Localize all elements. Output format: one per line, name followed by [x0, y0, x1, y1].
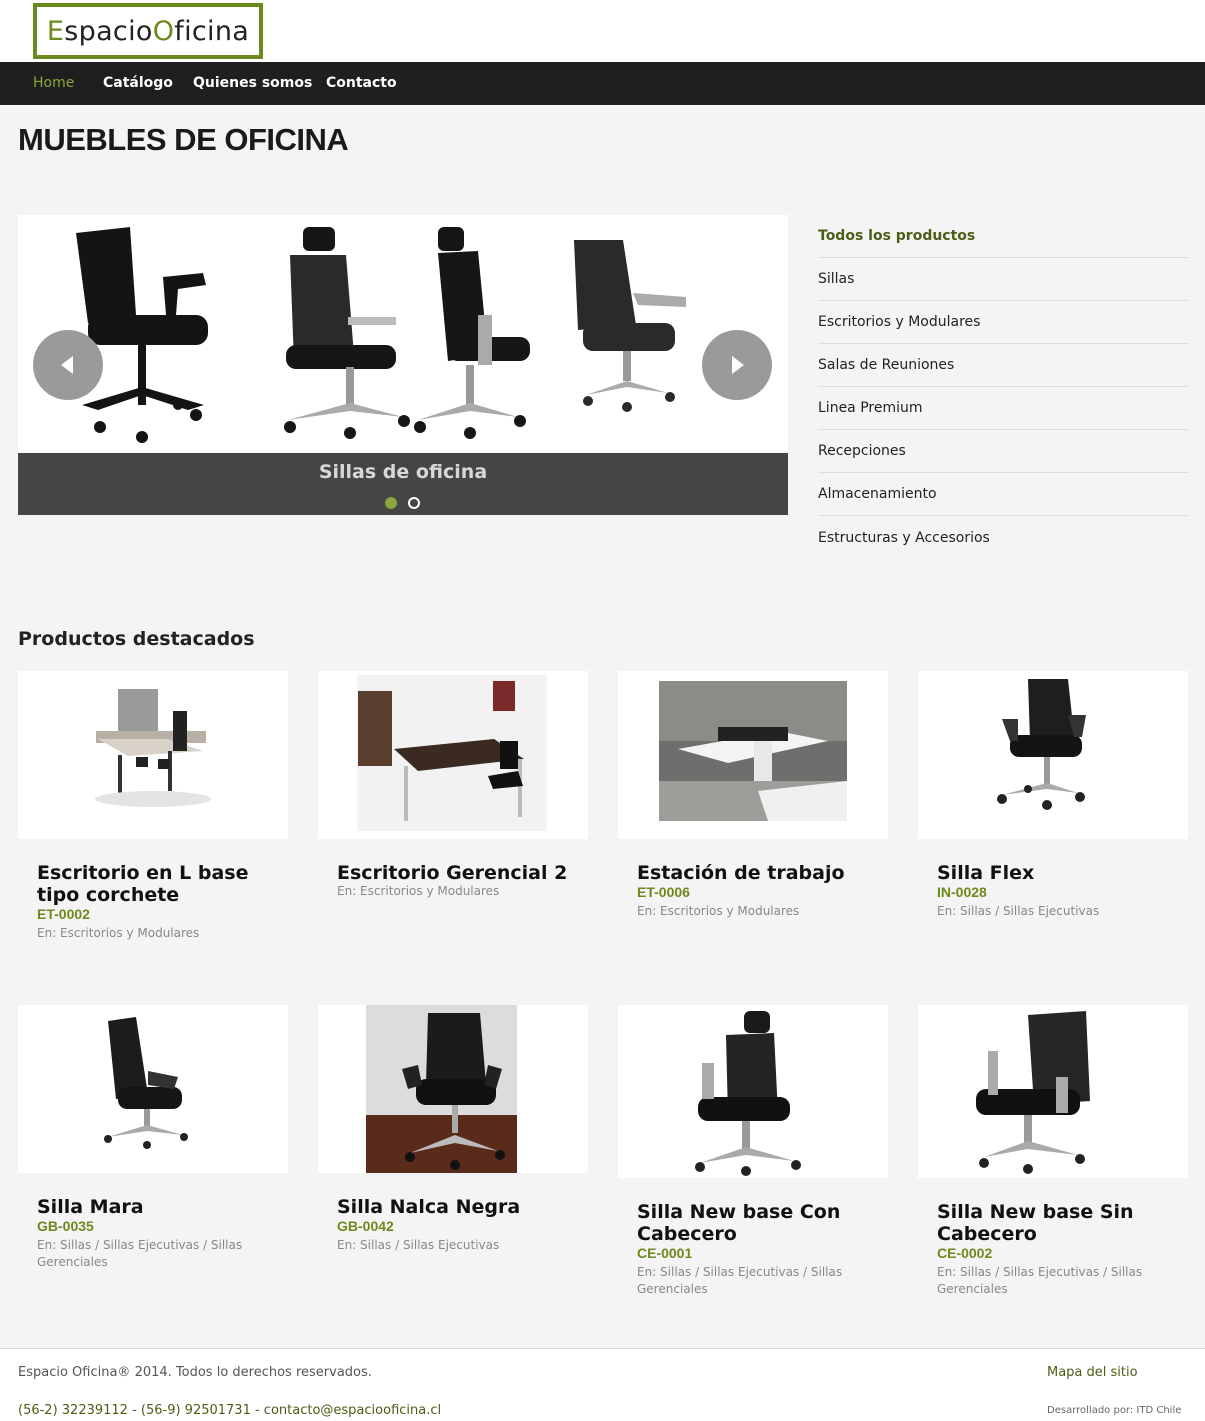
product-category: En: Escritorios y Modulares — [37, 926, 200, 940]
category-sillas[interactable]: Sillas — [818, 258, 1188, 301]
product-title[interactable]: Silla Mara — [37, 1196, 287, 1218]
product-title[interactable]: Estación de trabajo — [637, 862, 887, 884]
category-linea-premium[interactable]: Linea Premium — [818, 387, 1188, 430]
footer-copyright: Espacio Oficina® 2014. Todos lo derechos… — [18, 1365, 372, 1380]
header: EspacioOficina — [0, 0, 1205, 62]
product-category: En: Escritorios y Modulares — [337, 884, 500, 898]
category-escritorios[interactable]: Escritorios y Modulares — [818, 301, 1188, 344]
image-slider: Sillas de oficina — [18, 215, 788, 515]
category-list: Todos los productos Sillas Escritorios y… — [818, 215, 1188, 559]
category-estructuras[interactable]: Estructuras y Accesorios — [818, 516, 1188, 559]
slider-dot-1[interactable] — [385, 497, 397, 509]
product-code: ET-0002 — [37, 906, 90, 922]
category-todos[interactable]: Todos los productos — [818, 215, 1188, 258]
nav-quienes-somos[interactable]: Quienes somos — [193, 75, 312, 91]
product-image[interactable] — [918, 1005, 1188, 1178]
product-code: GB-0035 — [37, 1218, 94, 1234]
site-logo[interactable]: EspacioOficina — [33, 3, 263, 59]
triangle-right-icon — [732, 356, 744, 374]
product-code: ET-0006 — [637, 884, 690, 900]
product-title[interactable]: Silla New base Con Cabecero — [637, 1201, 887, 1245]
product-image[interactable] — [618, 1005, 888, 1178]
triangle-left-icon — [61, 356, 73, 374]
product-category: En: Sillas / Sillas Ejecutivas / Sillas … — [637, 1265, 843, 1296]
section-title: Productos destacados — [18, 628, 255, 650]
product-code: CE-0001 — [637, 1245, 693, 1261]
sitemap-link[interactable]: Mapa del sitio — [1047, 1365, 1138, 1380]
product-image[interactable] — [18, 1005, 288, 1173]
product-image[interactable] — [318, 1005, 588, 1173]
product-image[interactable] — [18, 671, 288, 839]
category-recepciones[interactable]: Recepciones — [818, 430, 1188, 473]
nav-catalogo[interactable]: Catálogo — [103, 75, 173, 91]
product-code: CE-0002 — [937, 1245, 993, 1261]
product-code: IN-0028 — [937, 884, 987, 900]
slide-caption: Sillas de oficina — [318, 461, 488, 483]
slider-next-button[interactable] — [702, 330, 772, 400]
nav-contacto[interactable]: Contacto — [326, 75, 397, 91]
category-salas-reuniones[interactable]: Salas de Reuniones — [818, 344, 1188, 387]
product-category: En: Sillas / Sillas Ejecutivas / Sillas … — [937, 1265, 1143, 1296]
main-nav: Home Catálogo Quienes somos Contacto — [0, 62, 1205, 105]
product-category: En: Escritorios y Modulares — [637, 904, 800, 918]
category-almacenamiento[interactable]: Almacenamiento — [818, 473, 1188, 516]
slider-dot-2[interactable] — [408, 497, 420, 509]
footer: Espacio Oficina® 2014. Todos lo derechos… — [0, 1349, 1205, 1421]
logo-text: EspacioOficina — [46, 15, 250, 47]
footer-contact[interactable]: (56-2) 32239112 - (56-9) 92501731 - cont… — [18, 1403, 441, 1418]
product-title[interactable]: Escritorio en L base tipo corchete — [37, 862, 287, 906]
product-code: GB-0042 — [337, 1218, 394, 1234]
product-category: En: Sillas / Sillas Ejecutivas — [937, 904, 1100, 918]
product-image[interactable] — [918, 671, 1188, 839]
page-title: MUEBLES DE OFICINA — [18, 122, 349, 157]
product-title[interactable]: Silla Nalca Negra — [337, 1196, 587, 1218]
slider-prev-button[interactable] — [33, 330, 103, 400]
product-title[interactable]: Silla New base Sin Cabecero — [937, 1201, 1187, 1245]
product-image[interactable] — [318, 671, 588, 839]
slide-caption-bar: Sillas de oficina — [18, 453, 788, 515]
product-image[interactable] — [618, 671, 888, 839]
product-category: En: Sillas / Sillas Ejecutivas / Sillas … — [37, 1238, 243, 1269]
product-title[interactable]: Escritorio Gerencial 2 — [337, 862, 587, 884]
slide-image[interactable] — [18, 215, 788, 453]
nav-home[interactable]: Home — [33, 75, 74, 91]
product-title[interactable]: Silla Flex — [937, 862, 1187, 884]
product-category: En: Sillas / Sillas Ejecutivas — [337, 1238, 500, 1252]
developer-credit[interactable]: Desarrollado por: ITD Chile — [1047, 1405, 1181, 1416]
